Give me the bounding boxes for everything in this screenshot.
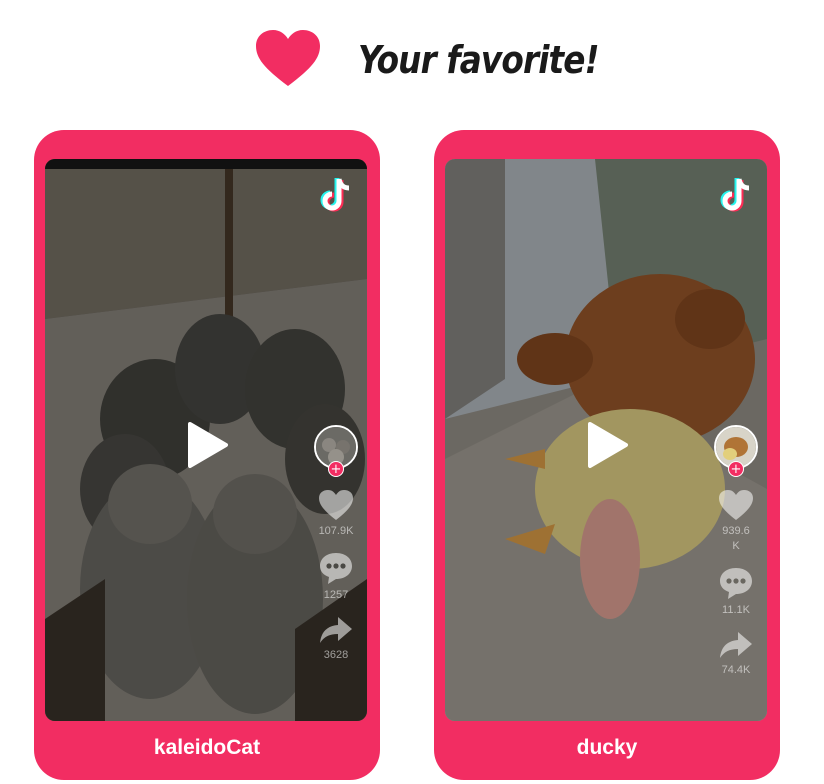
- share-icon[interactable]: [318, 615, 354, 645]
- comment-count: 11.1K: [722, 604, 750, 616]
- like-count: 939.6 K: [722, 525, 750, 552]
- action-sidebar: + 107.9K 1257 3628: [313, 425, 359, 663]
- tiktok-icon: [320, 178, 350, 212]
- share-action[interactable]: 3628: [313, 615, 359, 663]
- video-player[interactable]: + 107.9K 1257 3628: [45, 159, 367, 721]
- heart-icon[interactable]: [718, 489, 754, 521]
- play-icon[interactable]: [586, 421, 630, 469]
- video-card[interactable]: + 939.6 K 11.1K 74.4K ducky: [434, 130, 780, 780]
- share-count: 74.4K: [721, 664, 751, 676]
- like-action[interactable]: 107.9K: [313, 489, 359, 539]
- follow-button[interactable]: +: [728, 461, 744, 477]
- comment-icon[interactable]: [718, 566, 754, 600]
- comment-icon[interactable]: [318, 551, 354, 585]
- page-header: Your favorite!: [0, 22, 824, 102]
- tiktok-icon: [720, 178, 750, 212]
- share-count: 3628: [323, 649, 349, 661]
- video-title: kaleidoCat: [153, 736, 261, 759]
- video-card[interactable]: + 107.9K 1257 3628 kaleidoCat: [34, 130, 380, 780]
- page-title: Your favorite!: [358, 38, 600, 82]
- share-icon[interactable]: [718, 630, 754, 660]
- like-action[interactable]: 939.6 K: [713, 489, 759, 554]
- heart-icon[interactable]: [318, 489, 354, 521]
- comment-action[interactable]: 1257: [313, 551, 359, 603]
- follow-button[interactable]: +: [328, 461, 344, 477]
- video-title: ducky: [576, 736, 638, 759]
- video-player[interactable]: + 939.6 K 11.1K 74.4K: [445, 159, 767, 721]
- play-icon[interactable]: [186, 421, 230, 469]
- video-top-bar: [45, 159, 367, 169]
- action-sidebar: + 939.6 K 11.1K 74.4K: [713, 425, 759, 678]
- comment-action[interactable]: 11.1K: [713, 566, 759, 618]
- comment-count: 1257: [323, 589, 349, 601]
- like-count: 107.9K: [318, 525, 354, 537]
- share-action[interactable]: 74.4K: [713, 630, 759, 678]
- heart-icon: [256, 30, 320, 86]
